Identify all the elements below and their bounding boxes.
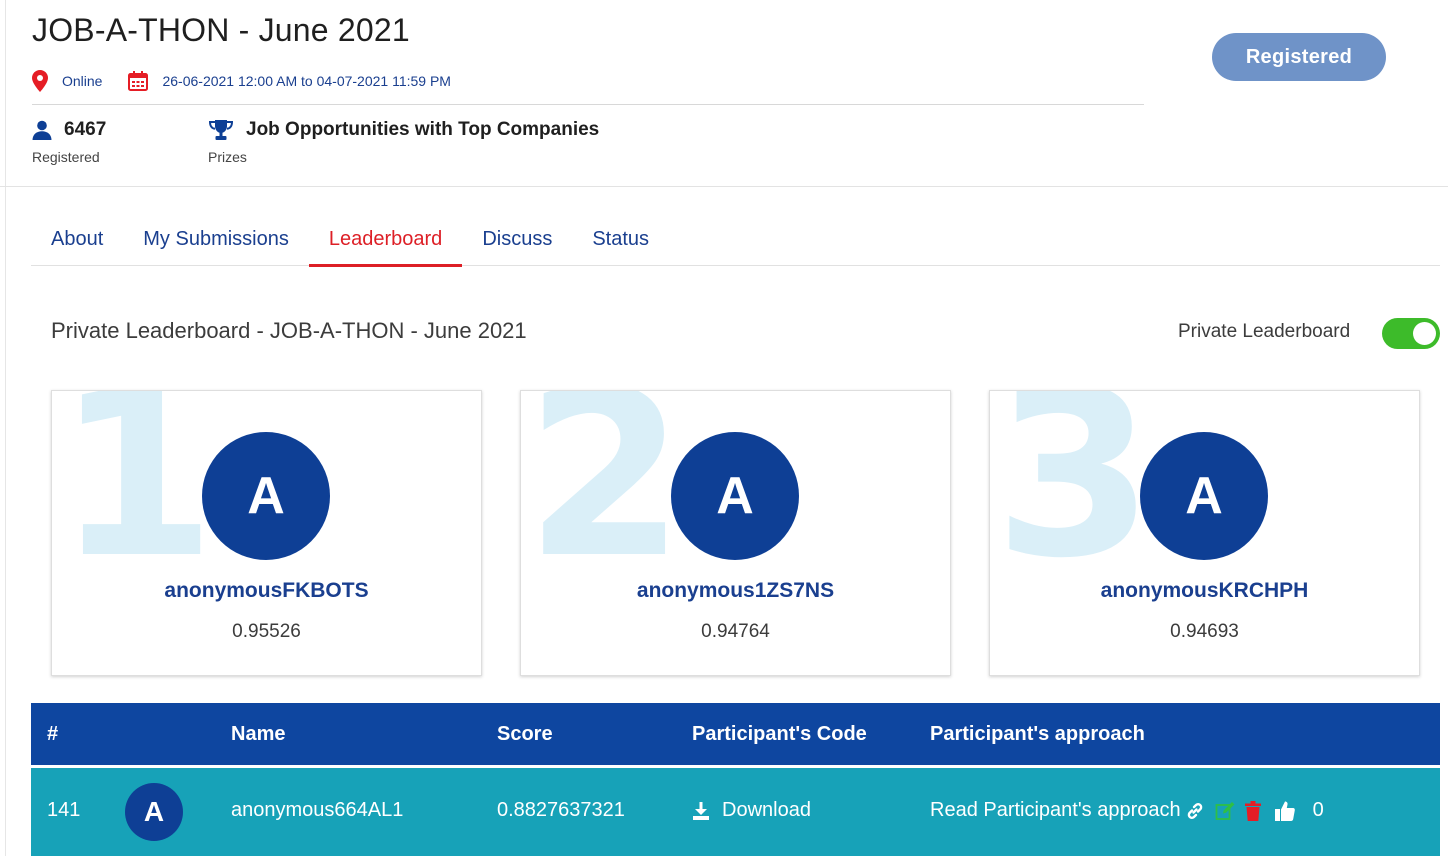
podium-name[interactable]: anonymousFKBOTS — [52, 579, 481, 603]
podium-name[interactable]: anonymousKRCHPH — [990, 579, 1419, 603]
registered-button[interactable]: Registered — [1212, 33, 1386, 81]
podium-score: 0.94693 — [1170, 621, 1239, 642]
leaderboard-table-header: # Name Score Participant's Code Particip… — [31, 703, 1440, 765]
podium-card-1: 1 A anonymousFKBOTS 0.95526 — [51, 390, 482, 676]
column-score: Score — [497, 723, 553, 745]
prizes-label: Prizes — [208, 149, 247, 165]
tab-leaderboard[interactable]: Leaderboard — [308, 220, 463, 267]
thumbs-up-icon[interactable] — [1274, 801, 1295, 821]
avatar: A — [1140, 432, 1268, 560]
column-rank: # — [47, 723, 59, 745]
podium-rank-number: 1 — [56, 390, 217, 609]
leaderboard-title: Private Leaderboard - JOB-A-THON - June … — [51, 318, 527, 343]
row-rank: 141 — [47, 799, 81, 821]
column-code: Participant's Code — [692, 723, 867, 745]
podium-card-2: 2 A anonymous1ZS7NS 0.94764 — [520, 390, 951, 676]
prize-title: Job Opportunities with Top Companies — [246, 119, 600, 140]
registered-stat: 6467 Registered — [32, 117, 106, 165]
podium-rank-number: 2 — [525, 390, 686, 609]
user-icon — [32, 120, 52, 140]
tab-discuss[interactable]: Discuss — [462, 220, 572, 266]
podium-score: 0.95526 — [232, 621, 301, 642]
approach-cell: Read Participant's approach 0 — [930, 799, 1324, 822]
private-leaderboard-toggle[interactable] — [1382, 318, 1440, 349]
event-tabs: About My Submissions Leaderboard Discuss… — [31, 220, 1440, 267]
row-name[interactable]: anonymous664AL1 — [231, 799, 403, 822]
avatar: A — [125, 783, 183, 841]
download-code-link[interactable]: Download — [692, 799, 811, 822]
table-row: 141 A anonymous664AL1 0.8827637321 Downl… — [31, 768, 1440, 856]
event-header: JOB-A-THON - June 2021 Online 26-06-2021… — [0, 0, 1448, 187]
prizes-stat: Job Opportunities with Top Companies Pri… — [208, 117, 599, 165]
avatar: A — [202, 432, 330, 560]
read-approach-link[interactable]: Read Participant's approach — [930, 799, 1181, 822]
like-count: 0 — [1312, 799, 1324, 821]
event-meta: Online 26-06-2021 12:00 AM to 04-07-2021… — [32, 68, 451, 94]
event-title: JOB-A-THON - June 2021 — [32, 12, 410, 48]
podium-card-3: 3 A anonymousKRCHPH 0.94693 — [989, 390, 1420, 676]
avatar: A — [671, 432, 799, 560]
calendar-icon — [128, 71, 149, 91]
tab-status[interactable]: Status — [572, 220, 669, 266]
edit-icon[interactable] — [1215, 801, 1235, 821]
download-icon — [692, 801, 710, 820]
private-leaderboard-label: Private Leaderboard — [1178, 321, 1351, 342]
event-location: Online — [62, 73, 103, 89]
registered-count: 6467 — [64, 119, 107, 140]
trash-icon[interactable] — [1244, 800, 1261, 821]
tab-my-submissions[interactable]: My Submissions — [123, 220, 309, 266]
download-label: Download — [722, 799, 811, 821]
podium-rank-number: 3 — [994, 390, 1155, 609]
link-icon[interactable] — [1185, 801, 1205, 821]
registered-label: Registered — [32, 149, 100, 165]
location-pin-icon — [32, 70, 48, 92]
podium-score: 0.94764 — [701, 621, 770, 642]
row-score: 0.8827637321 — [497, 799, 625, 821]
event-date-range: 26-06-2021 12:00 AM to 04-07-2021 11:59 … — [162, 73, 451, 89]
column-approach: Participant's approach — [930, 723, 1145, 745]
toggle-knob — [1413, 322, 1436, 345]
header-divider — [32, 104, 1144, 105]
podium-name[interactable]: anonymous1ZS7NS — [521, 579, 950, 603]
trophy-icon — [208, 119, 234, 141]
tab-about[interactable]: About — [31, 220, 123, 266]
column-name: Name — [231, 723, 286, 745]
